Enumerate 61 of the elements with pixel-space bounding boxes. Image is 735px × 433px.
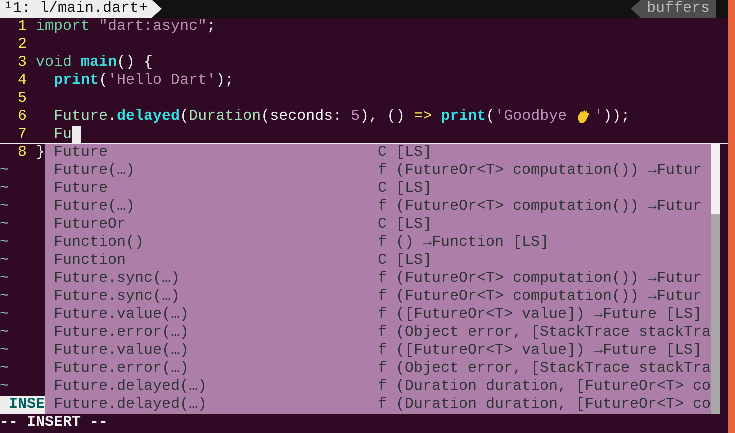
completion-signature: f (Object error, [StackTrace stackTra [378,360,712,378]
completion-word: Future(…) [53,162,136,180]
completion-signature: f (FutureOr<T> computation()) →Futur [378,270,702,288]
empty-line-marker: ~ [0,306,10,324]
completion-signature: f ([FutureOr<T> value]) →Future [LS] [378,342,702,360]
empty-line-marker: ~ [0,180,10,198]
tab-arrow-icon [152,0,162,18]
completion-signature: f (Duration duration, [FutureOr<T> co [378,396,712,414]
completion-signature: f (FutureOr<T> computation()) →Futur [378,198,702,216]
code-line: print('Hello Dart'); [53,72,234,89]
line-number: 2 [16,36,27,53]
line-number: 7 [16,126,27,143]
completion-signature: C [LS] [378,252,432,270]
empty-line-marker: ~ [0,162,10,180]
completion-signature: f ([FutureOr<T> value]) →Future [LS] [378,306,702,324]
completion-word: Future.error(…) [53,324,190,342]
completion-word: Future.delayed(…) [53,396,208,414]
completion-word: Future.delayed(…) [53,378,208,396]
completion-signature: f (Object error, [StackTrace stackTra [378,324,712,342]
line-number: 1 [16,18,27,35]
empty-line-marker: ~ [0,270,10,288]
empty-line-marker: ~ [0,252,10,270]
code-line: Fu [53,126,72,143]
empty-line-marker: ~ [0,216,10,234]
completion-word: Future [53,144,110,162]
completion-word: Future.sync(…) [53,270,182,288]
mode-message: -- INSERT -- [0,414,108,432]
completion-word: Future [53,180,110,198]
completion-word: Future.value(…) [53,306,190,324]
completion-signature: f () →Function [LS] [378,234,550,252]
completion-word: FutureOr [53,216,128,234]
completion-signature: f (FutureOr<T> computation()) →Futur [378,162,702,180]
empty-line-marker: ~ [0,360,10,378]
completion-word: Future(…) [53,198,136,216]
completion-word: Future.sync(…) [53,288,182,306]
line-number: 8 [16,144,27,161]
completion-signature: C [LS] [378,144,432,162]
code-line: Future.delayed(Duration(seconds: 5), () => print('Goodbye ')); [53,108,630,125]
empty-line-marker: ~ [0,378,10,396]
waving-hand-icon [576,108,592,124]
completion-word: Future.value(…) [53,342,190,360]
empty-line-marker: ~ [0,288,10,306]
line-number: 5 [16,90,27,107]
line-number: 4 [16,72,27,89]
completion-signature: C [LS] [378,180,432,198]
tab-arrow-icon [630,0,641,18]
completion-signature: f (Duration duration, [FutureOr<T> co [378,378,712,396]
empty-line-marker: ~ [0,234,10,252]
completion-word: Function() [53,234,146,252]
line-number: 6 [16,108,27,125]
empty-line-marker: ~ [0,324,10,342]
code-line: void main() { [36,54,154,71]
completion-word: Future.error(…) [53,360,190,378]
code-line: import "dart:async"; [36,18,216,35]
code-line: } [36,144,46,161]
completion-signature: C [LS] [378,216,432,234]
empty-line-marker: ~ [0,342,10,360]
line-number: 3 [16,54,27,71]
completion-signature: f (FutureOr<T> computation()) →Futur [378,288,702,306]
completion-word: Function [53,252,128,270]
empty-line-marker: ~ [0,198,10,216]
